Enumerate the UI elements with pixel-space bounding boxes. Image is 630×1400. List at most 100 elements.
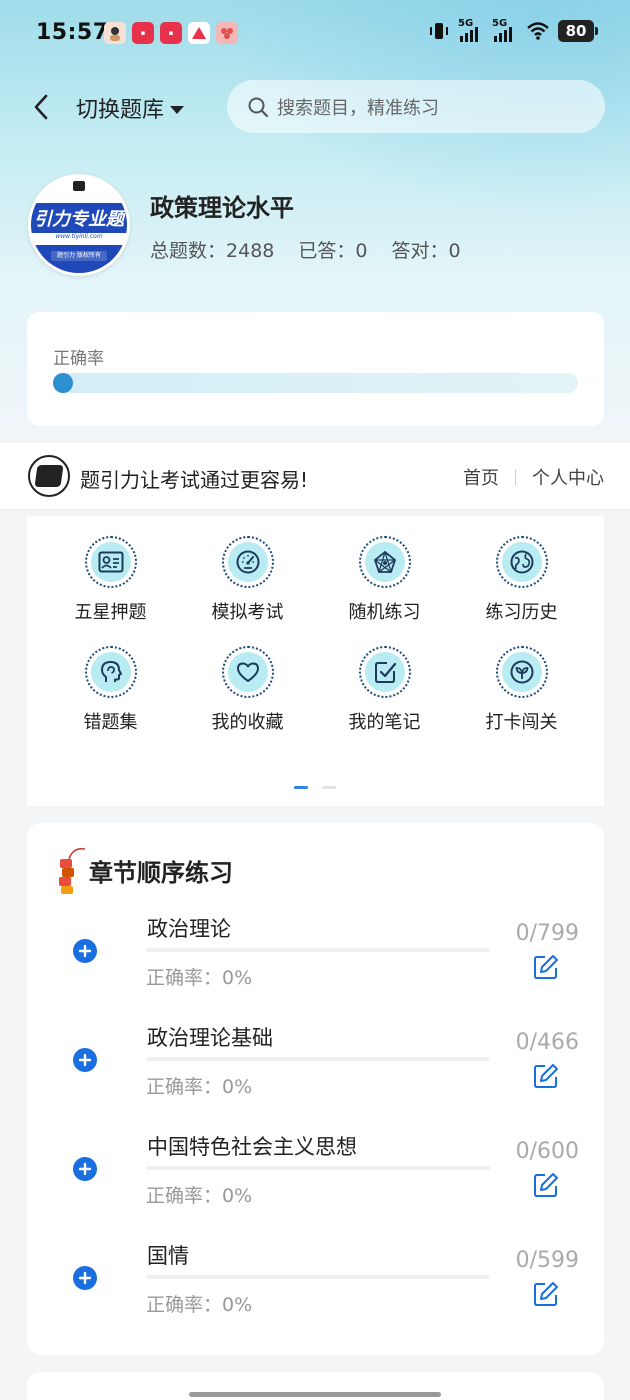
grid-item-mock-exam[interactable]: 模拟考试 [179,536,316,624]
speedometer-icon [236,550,259,574]
chapter-name: 国情 [147,1244,189,1268]
chapter-progress-bar [146,1166,490,1170]
mini-logo-icon [73,181,85,191]
plus-icon [78,1162,92,1176]
chapter-accuracy: 正确率：0% [146,967,253,989]
switch-bank-dropdown[interactable]: 切换题库 [76,92,185,124]
chapter-accuracy: 正确率：0% [146,1294,253,1316]
edit-icon [534,1282,558,1306]
status-right: 5G 5G 80 [428,18,598,42]
brand-slogan: 题引力让考试通过更容易! [80,468,309,492]
expand-plus-button[interactable] [73,1048,97,1072]
chapter-title: 章节顺序练习 [89,858,233,887]
feature-grid-card: 五星押题 模拟考试 随机练习 练习历史 错题集 我的收藏 我的笔记 打卡闯关 [27,516,604,806]
chapter-item[interactable]: 中国特色社会主义思想 正确率：0% 0/600 [27,1121,604,1230]
page-dot-active [294,786,308,789]
globe-icon [510,550,533,574]
brand-logo-icon [28,455,70,497]
network-icon [373,550,396,573]
chapter-name: 中国特色社会主义思想 [147,1135,357,1159]
grid-item-checkin[interactable]: 打卡闯关 [453,646,590,734]
search-placeholder: 搜索题目，精准练习 [277,97,439,119]
brand-bar: 题引力让考试通过更容易! 首页 个人中心 [0,443,630,509]
grid-item-random-practice[interactable]: 随机练习 [316,536,453,624]
expand-plus-button[interactable] [73,939,97,963]
switch-bank-label: 切换题库 [76,98,165,123]
grid-label: 我的收藏 [211,712,284,733]
accuracy-progress-bar [53,373,578,393]
status-bar: 15:57 ▪ ▪ 5G 5G 80 [0,0,630,68]
plus-icon [78,944,92,958]
id-card-icon [98,551,123,573]
page-indicator [294,786,336,789]
signal-5g-icon-2: 5G [492,18,518,42]
bank-title: 政策理论水平 [150,194,294,222]
grid-label: 打卡闯关 [485,712,558,733]
link-home[interactable]: 首页 [463,464,499,490]
edit-button[interactable] [532,1280,560,1308]
grid-item-five-star[interactable]: 五星押题 [42,536,179,624]
link-divider [515,469,516,485]
search-input[interactable]: 搜索题目，精准练习 [227,80,605,133]
grid-label: 我的笔记 [348,712,421,733]
vibrate-icon [430,23,448,39]
grid-label: 模拟考试 [211,602,284,623]
search-icon [248,97,269,117]
chapter-count: 0/599 [515,1248,579,1273]
chapter-header: 章节顺序练习 [55,845,233,895]
back-button[interactable] [26,90,56,124]
avatar-footer: 题引力 版权所有 [51,251,107,261]
stat-correct: 答对：0 [391,240,461,262]
grid-label: 随机练习 [348,602,421,623]
red-app-notification-icon: ▪ [132,22,154,44]
chapter-accuracy: 正确率：0% [146,1185,253,1207]
chapter-count: 0/466 [515,1030,579,1055]
brand-links: 首页 个人中心 [463,464,604,490]
red-app-notification-icon-2: ▪ [160,22,182,44]
grid-item-favorites[interactable]: 我的收藏 [179,646,316,734]
chapter-item[interactable]: 政治理论 正确率：0% 0/799 [27,903,604,1012]
chapter-name: 政治理论 [147,917,231,941]
chapter-item[interactable]: 国情 正确率：0% 0/599 [27,1230,604,1339]
triangle-app-notification-icon [188,22,210,44]
chapter-practice-card: 章节顺序练习 政治理论 正确率：0% 0/799 政治理论基础 正确率：0% 0… [27,823,604,1355]
grid-label: 错题集 [83,712,138,733]
expand-plus-button[interactable] [73,1266,97,1290]
page-dot [322,786,336,789]
bank-stats: 总题数：2488 已答：0 答对：0 [150,236,461,263]
grid-label: 五星押题 [74,602,147,623]
head-icon [100,661,122,682]
pink-app-notification-icon [216,22,238,44]
plus-icon [78,1053,92,1067]
chapter-count: 0/600 [515,1139,579,1164]
edit-button[interactable] [532,953,560,981]
avatar-notification-icon [104,22,126,44]
chapter-progress-bar [146,948,490,952]
accuracy-label: 正确率 [53,349,104,369]
edit-button[interactable] [532,1171,560,1199]
chevron-left-icon [34,94,48,120]
grid-item-notes[interactable]: 我的笔记 [316,646,453,734]
caret-down-icon [170,106,185,114]
edit-icon [534,1173,558,1197]
chapter-item[interactable]: 政治理论基础 正确率：0% 0/466 [27,1012,604,1121]
firecracker-icon [59,847,85,894]
accuracy-card: 正确率 [27,312,604,426]
stat-answered: 已答：0 [298,240,368,262]
chapter-progress-bar [146,1057,490,1061]
chapter-count: 0/799 [515,921,579,946]
grid-item-history[interactable]: 练习历史 [453,536,590,624]
chapter-progress-bar [146,1275,490,1279]
chapter-list: 政治理论 正确率：0% 0/799 政治理论基础 正确率：0% 0/466 中国… [27,903,604,1339]
edit-button[interactable] [532,1062,560,1090]
status-time: 15:57 [36,20,109,45]
avatar-banner: 引力专业题 [31,203,127,233]
feature-grid: 五星押题 模拟考试 随机练习 练习历史 错题集 我的收藏 我的笔记 打卡闯关 [27,536,604,734]
wifi-icon [527,22,549,40]
link-profile[interactable]: 个人中心 [532,464,604,490]
accuracy-progress-fill [53,373,73,393]
home-indicator[interactable] [189,1392,441,1397]
expand-plus-button[interactable] [73,1157,97,1181]
grid-item-wrong-questions[interactable]: 错题集 [42,646,179,734]
chapter-name: 政治理论基础 [147,1026,273,1050]
